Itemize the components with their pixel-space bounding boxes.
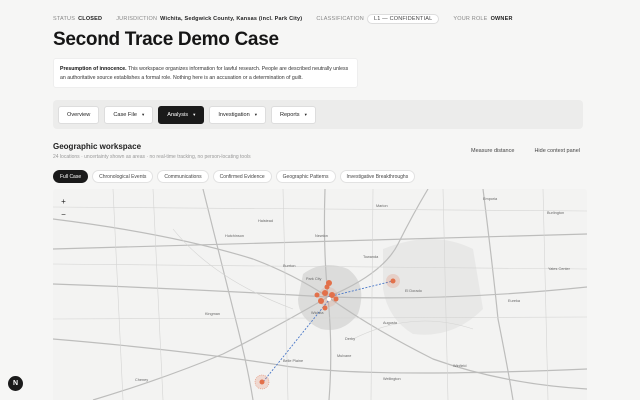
nav-analysis-label: Analysis	[167, 111, 189, 118]
chevron-down-icon: ▾	[193, 111, 196, 117]
map-label-wichita: Wichita	[311, 311, 324, 315]
map-label-newton: Newton	[315, 234, 328, 238]
map-label-marion: Marion	[376, 204, 388, 208]
map-label-el-dorado: El Dorado	[405, 289, 422, 293]
zoom-in-button[interactable]: +	[59, 197, 68, 206]
map-label-eureka: Eureka	[508, 299, 521, 303]
county-area	[383, 239, 483, 335]
jurisdiction-field: JURISDICTION Wichita, Sedgwick County, K…	[116, 16, 302, 22]
status-label: STATUS	[53, 16, 76, 22]
map-label-cheney: Cheney	[135, 378, 149, 382]
map-label-park-city: Park City	[306, 277, 322, 281]
filter-communications[interactable]: Communications	[157, 170, 209, 183]
classification-label: CLASSIFICATION	[316, 16, 364, 22]
section-nav: Overview Case File ▾ Analysis ▾ Investigat…	[53, 100, 583, 129]
jurisdiction-value: Wichita, Sedgwick County, Kansas (incl. …	[160, 16, 303, 22]
nav-analysis-button[interactable]: Analysis ▾	[158, 105, 205, 124]
geo-workspace-title: Geographic workspace	[53, 142, 142, 151]
map-label-winfield: Winfield	[453, 364, 467, 368]
map-label-mulvane: Mulvane	[337, 354, 352, 358]
classification-field: CLASSIFICATION L1 — CONFIDENTIAL	[316, 14, 440, 24]
status-field: STATUS CLOSED	[53, 16, 102, 22]
map-label-emporia: Emporia	[483, 197, 498, 201]
status-value: CLOSED	[78, 16, 103, 22]
map-label-hutchinson: Hutchinson	[225, 234, 244, 238]
map-label-halstead: Halstead	[258, 219, 273, 223]
map-canvas[interactable]: + − Hutchinson Newton Kingman Wellington…	[53, 189, 587, 400]
app-logo-button[interactable]: N	[8, 376, 23, 391]
map-label-wellington: Wellington	[383, 377, 401, 381]
filter-full-case[interactable]: Full Case	[53, 170, 89, 183]
map-label-augusta: Augusta	[383, 321, 397, 325]
role-label: YOUR ROLE	[453, 16, 488, 22]
nav-overview-button[interactable]: Overview	[58, 105, 100, 124]
filter-confirmed-evidence[interactable]: Confirmed Evidence	[212, 170, 272, 183]
case-meta-bar: STATUS CLOSED JURISDICTION Wichita, Sedg…	[53, 14, 513, 24]
chevron-down-icon: ▾	[254, 111, 258, 117]
zoom-controls: + −	[59, 197, 68, 219]
filter-chronological-events[interactable]: Chronological Events	[92, 170, 154, 183]
role-value: OWNER	[490, 16, 513, 22]
measure-distance-button[interactable]: Measure distance	[471, 148, 514, 154]
map-label-towanda: Towanda	[363, 255, 379, 259]
nav-case-file-button[interactable]: Case File ▾	[104, 105, 154, 124]
geo-actions: Measure distance Hide context panel	[471, 148, 580, 154]
chevron-down-icon: ▾	[304, 111, 307, 117]
nav-reports-button[interactable]: Reports ▾	[271, 105, 316, 124]
filter-chips: Full Case Chronological Events Communica…	[53, 170, 416, 183]
nav-investigation-label: Investigation	[218, 111, 250, 118]
geo-workspace-subtitle: 24 locations · uncertainty shown as area…	[53, 154, 251, 160]
chevron-down-icon: ▾	[141, 111, 145, 117]
map-label-burlington: Burlington	[547, 211, 565, 215]
nav-case-file-label: Case File	[113, 111, 137, 118]
presumption-notice: Presumption of innocence. This workspace…	[53, 58, 358, 88]
filter-geographic-patterns[interactable]: Geographic Patterns	[275, 170, 336, 183]
map-label-yates-center: Yates Center	[548, 267, 570, 271]
nav-reports-label: Reports	[280, 111, 300, 118]
filter-investigative-breakthroughs[interactable]: Investigative Breakthroughs	[339, 170, 416, 183]
hide-context-panel-button[interactable]: Hide context panel	[534, 148, 580, 154]
map-base-layer	[53, 189, 587, 400]
nav-overview-label: Overview	[67, 111, 91, 118]
classification-badge: L1 — CONFIDENTIAL	[366, 14, 440, 24]
page-title: Second Trace Demo Case	[53, 29, 279, 50]
map-label-burrton: Burrton	[283, 264, 296, 268]
role-field: YOUR ROLE OWNER	[453, 16, 512, 22]
map-label-derby: Derby	[345, 337, 356, 341]
jurisdiction-label: JURISDICTION	[116, 16, 158, 22]
nav-investigation-button[interactable]: Investigation ▾	[209, 105, 267, 124]
notice-heading: Presumption of innocence.	[60, 66, 127, 72]
zoom-out-button[interactable]: −	[59, 210, 68, 219]
map-label-belle-plaine: Belle Plaine	[283, 359, 304, 363]
map-label-kingman: Kingman	[205, 312, 220, 316]
